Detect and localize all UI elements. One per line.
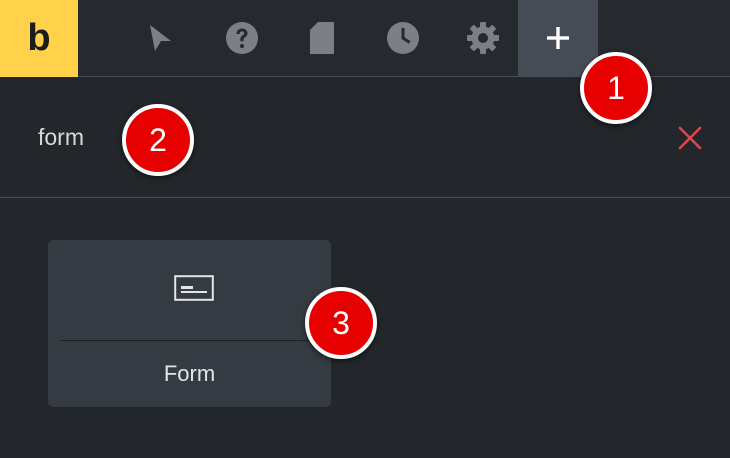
module-card-label: Form — [163, 361, 216, 386]
plus-icon — [547, 27, 569, 49]
help-icon — [226, 22, 258, 54]
module-card-form[interactable]: Form — [48, 240, 331, 407]
history-icon — [387, 22, 419, 54]
document-tool-button[interactable] — [282, 0, 362, 76]
cursor-icon — [150, 25, 171, 51]
marker-number: 2 — [149, 121, 167, 158]
settings-icon — [467, 22, 499, 54]
form-icon — [174, 275, 214, 301]
document-icon — [310, 22, 334, 54]
history-tool-button[interactable] — [363, 0, 443, 76]
add-module-tool-button[interactable] — [518, 0, 598, 76]
annotation-marker-1: 1 — [580, 52, 652, 124]
help-tool-button[interactable] — [202, 0, 282, 76]
annotation-marker-3: 3 — [305, 287, 377, 359]
annotation-marker-2: 2 — [122, 104, 194, 176]
logo-letter: b — [27, 17, 51, 59]
marker-number: 1 — [607, 69, 625, 106]
marker-number: 3 — [332, 304, 350, 341]
close-icon — [678, 126, 702, 150]
builder-panel: b form Form 1 2 3 — [0, 0, 730, 458]
card-divider — [60, 340, 319, 341]
logo[interactable]: b — [0, 0, 78, 77]
clear-search-button[interactable] — [676, 124, 704, 152]
cursor-tool-button[interactable] — [120, 0, 200, 76]
settings-tool-button[interactable] — [443, 0, 523, 76]
